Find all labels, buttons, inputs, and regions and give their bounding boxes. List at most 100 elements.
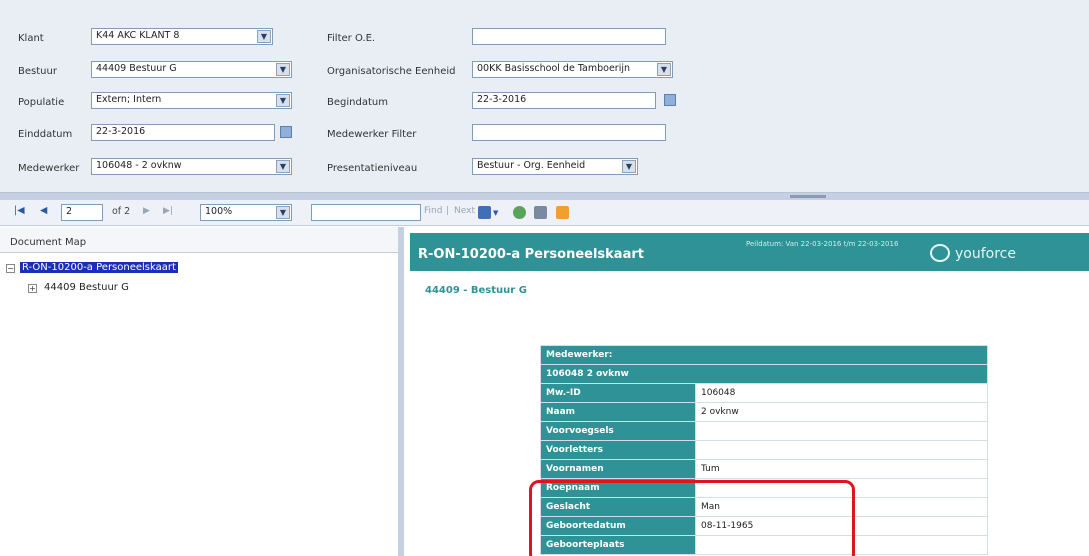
- chevron-down-icon[interactable]: ▼: [622, 160, 636, 173]
- next-link[interactable]: Next: [454, 206, 475, 216]
- last-page-icon[interactable]: ▶|: [163, 206, 173, 216]
- report-toolbar: |◀ ◀ 2 of 2 ▶ ▶| 100% ▼ Find | Next ▼: [0, 200, 1089, 226]
- medewerker-value: 106048 - 2 ovknw: [96, 160, 182, 171]
- report-viewer: R-ON-10200-a Personeelskaart Peildatum: …: [410, 227, 1089, 556]
- table-row: Geslacht Man: [540, 497, 988, 517]
- table-row: Voorvoegsels: [540, 421, 988, 441]
- field-label: Geboortedatum: [540, 516, 696, 536]
- report-header: R-ON-10200-a Personeelskaart Peildatum: …: [410, 233, 1089, 271]
- table-row: Naam 2 ovknw: [540, 402, 988, 422]
- print-icon[interactable]: [534, 206, 547, 219]
- org-eenheid-value: 00KK Basisschool de Tamboerijn: [477, 63, 631, 74]
- calendar-icon[interactable]: [664, 94, 676, 106]
- chevron-down-icon[interactable]: ▼: [276, 63, 290, 76]
- table-row: Geboortedatum 08-11-1965: [540, 516, 988, 536]
- page-number-input[interactable]: 2: [61, 204, 103, 221]
- klant-select[interactable]: K44 AKC KLANT 8 ▼: [91, 28, 273, 45]
- document-map: Document Map − R-ON-10200-a Personeelska…: [0, 227, 404, 556]
- next-page-icon[interactable]: ▶: [143, 206, 150, 216]
- document-map-header: Document Map: [0, 227, 398, 253]
- field-value: Man: [695, 497, 988, 517]
- org-eenheid-label: Organisatorische Eenheid: [327, 66, 456, 77]
- youforce-logo-icon: [930, 244, 950, 262]
- expand-icon[interactable]: +: [28, 284, 37, 293]
- presentatieniveau-label: Presentatieniveau: [327, 163, 418, 174]
- parameter-panel: Klant K44 AKC KLANT 8 ▼ Bestuur 44409 Be…: [0, 0, 1089, 193]
- field-value: 08-11-1965: [695, 516, 988, 536]
- field-value: Tum: [695, 459, 988, 479]
- field-value: [695, 478, 988, 498]
- panel-splitter[interactable]: [0, 193, 1089, 200]
- find-input[interactable]: [311, 204, 421, 221]
- table-row: Mw.-ID 106048: [540, 383, 988, 403]
- find-link[interactable]: Find: [424, 206, 442, 216]
- export-icon[interactable]: [478, 206, 491, 219]
- report-subtitle: 44409 - Bestuur G: [425, 285, 527, 296]
- tree-item-bestuur[interactable]: 44409 Bestuur G: [44, 282, 129, 293]
- field-label: Mw.-ID: [540, 383, 696, 403]
- card-name-row: 106048 2 ovknw: [540, 364, 988, 384]
- einddatum-input[interactable]: 22-3-2016: [91, 124, 275, 141]
- populatie-value: Extern; Intern: [96, 94, 162, 105]
- table-row: Roepnaam: [540, 478, 988, 498]
- einddatum-label: Einddatum: [18, 129, 73, 140]
- field-value: 106048: [695, 383, 988, 403]
- presentatieniveau-value: Bestuur - Org. Eenheid: [477, 160, 586, 171]
- previous-page-icon[interactable]: ◀: [40, 205, 47, 216]
- table-row: Geboorteplaats: [540, 535, 988, 555]
- begindatum-label: Begindatum: [327, 97, 388, 108]
- medewerker-select[interactable]: 106048 - 2 ovknw ▼: [91, 158, 292, 175]
- table-row: Voornamen Tum: [540, 459, 988, 479]
- populatie-select[interactable]: Extern; Intern ▼: [91, 92, 292, 109]
- bestuur-select[interactable]: 44409 Bestuur G ▼: [91, 61, 292, 78]
- field-label: Voorletters: [540, 440, 696, 460]
- calendar-icon[interactable]: [280, 126, 292, 138]
- field-label: Voornamen: [540, 459, 696, 479]
- refresh-icon[interactable]: [513, 206, 526, 219]
- chevron-down-icon[interactable]: ▼: [276, 206, 290, 219]
- field-value: [695, 535, 988, 555]
- collapse-icon[interactable]: −: [6, 264, 15, 273]
- filter-oe-input[interactable]: [472, 28, 666, 45]
- presentatieniveau-select[interactable]: Bestuur - Org. Eenheid ▼: [472, 158, 638, 175]
- page-count: of 2: [112, 206, 131, 217]
- filter-oe-label: Filter O.E.: [327, 33, 376, 44]
- medewerker-label: Medewerker: [18, 163, 80, 174]
- report-period: Peildatum: Van 22-03-2016 t/m 22-03-2016: [746, 240, 899, 248]
- field-label: Geboorteplaats: [540, 535, 696, 555]
- youforce-logo: youforce: [955, 246, 1016, 262]
- medewerker-filter-input[interactable]: [472, 124, 666, 141]
- toolbar-separator: |: [446, 206, 450, 216]
- field-value: [695, 421, 988, 441]
- chevron-down-icon[interactable]: ▼: [657, 63, 671, 76]
- card-name: 106048 2 ovknw: [540, 364, 988, 384]
- field-label: Geslacht: [540, 497, 696, 517]
- populatie-label: Populatie: [18, 97, 65, 108]
- field-label: Roepnaam: [540, 478, 696, 498]
- field-value: [695, 440, 988, 460]
- chevron-down-icon[interactable]: ▼: [257, 30, 271, 43]
- zoom-value: 100%: [205, 206, 233, 217]
- org-eenheid-select[interactable]: 00KK Basisschool de Tamboerijn ▼: [472, 61, 673, 78]
- field-value: 2 ovknw: [695, 402, 988, 422]
- export-dropdown-icon[interactable]: ▼: [493, 209, 498, 217]
- zoom-select[interactable]: 100% ▼: [200, 204, 292, 221]
- chevron-down-icon[interactable]: ▼: [276, 160, 290, 173]
- tree-item-root[interactable]: R-ON-10200-a Personeelskaart: [20, 262, 178, 273]
- report-title: R-ON-10200-a Personeelskaart: [418, 247, 644, 262]
- table-row: Voorletters: [540, 440, 988, 460]
- splitter-grip[interactable]: [790, 195, 826, 198]
- atom-feed-icon[interactable]: [556, 206, 569, 219]
- medewerker-filter-label: Medewerker Filter: [327, 129, 417, 140]
- card-header: Medewerker:: [540, 345, 988, 365]
- card-header-row: Medewerker:: [540, 345, 988, 365]
- begindatum-input[interactable]: 22-3-2016: [472, 92, 656, 109]
- bestuur-label: Bestuur: [18, 66, 57, 77]
- employee-card-table: Medewerker: 106048 2 ovknw Mw.-ID 106048 N…: [540, 345, 988, 555]
- chevron-down-icon[interactable]: ▼: [276, 94, 290, 107]
- klant-value: K44 AKC KLANT 8: [96, 30, 180, 41]
- field-label: Naam: [540, 402, 696, 422]
- bestuur-value: 44409 Bestuur G: [96, 63, 177, 74]
- first-page-icon[interactable]: |◀: [14, 205, 25, 216]
- field-label: Voorvoegsels: [540, 421, 696, 441]
